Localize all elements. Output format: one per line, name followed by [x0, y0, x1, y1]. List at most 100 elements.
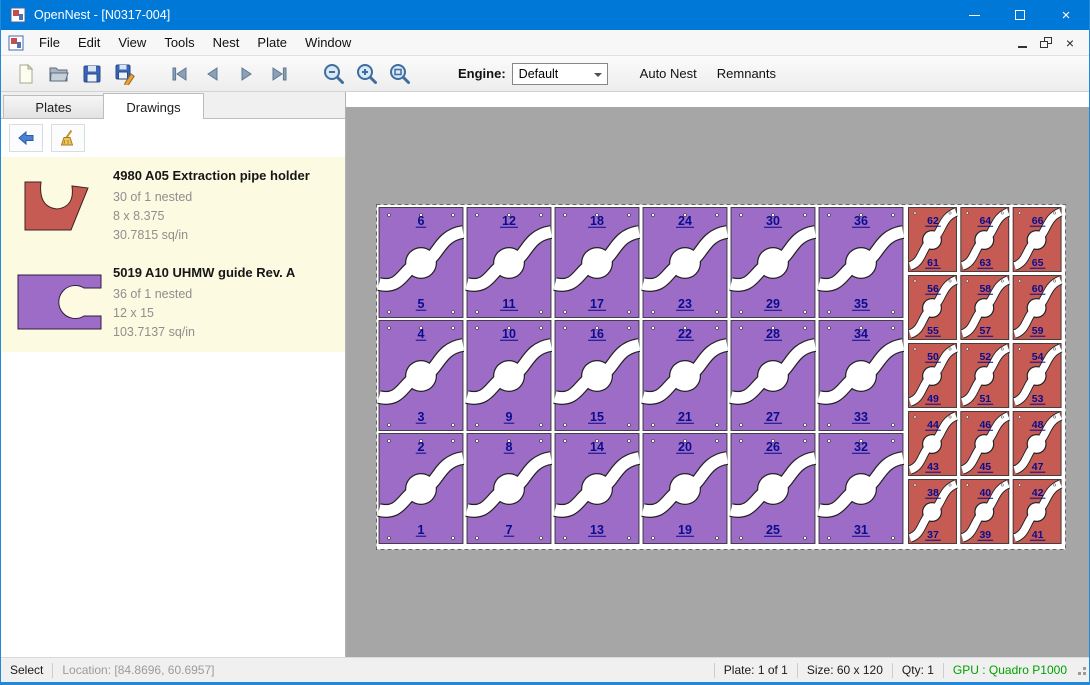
open-folder-icon: [48, 63, 70, 85]
remnants-button[interactable]: Remnants: [707, 60, 786, 87]
zoom-in-button[interactable]: [352, 59, 382, 89]
menu-window[interactable]: Window: [296, 31, 360, 54]
tab-plates[interactable]: Plates: [3, 95, 104, 119]
open-button[interactable]: [44, 59, 74, 89]
nest-pair-red-54-53[interactable]: 54 53: [1013, 344, 1061, 408]
nest-pair-purple-16-15[interactable]: 1615: [555, 321, 639, 431]
nest-pair-purple-14-13[interactable]: 1413: [555, 434, 639, 544]
titlebar: OpenNest - [N0317-004] ×: [1, 0, 1089, 30]
save-as-button[interactable]: [110, 59, 140, 89]
nest-pair-red-50-49[interactable]: 5049: [909, 344, 957, 408]
nest-pair-red-48-47[interactable]: 4847: [1013, 412, 1061, 476]
nest-pair-purple-24-23[interactable]: 2423: [643, 208, 727, 318]
nest-pair-purple-10-9[interactable]: 109: [467, 321, 551, 431]
go-previous-button[interactable]: [198, 59, 228, 89]
location-indicator: Location: [84.8696, 60.6957]: [62, 663, 214, 677]
nest-pair-purple-30-29[interactable]: 3029: [731, 208, 815, 318]
minimize-button[interactable]: [951, 0, 997, 30]
nest-pair-purple-2-1[interactable]: 21: [379, 434, 463, 544]
part-number: 55: [927, 325, 939, 337]
nest-pair-purple-28-27[interactable]: 2827: [731, 321, 815, 431]
menu-nest[interactable]: Nest: [204, 31, 249, 54]
resize-grip[interactable]: [1075, 662, 1089, 678]
drawing-item-5019[interactable]: 5019 A10 UHMW guide Rev. A 36 of 1 neste…: [1, 254, 345, 351]
window-controls: ×: [951, 0, 1089, 30]
close-button[interactable]: ×: [1043, 0, 1089, 30]
nest-pair-purple-26-25[interactable]: 2625: [731, 434, 815, 544]
nest-pair-red-44-43[interactable]: 4443: [909, 412, 957, 476]
nest-pair-red-66-65[interactable]: 6665: [1013, 208, 1061, 272]
part-number: 57: [979, 325, 991, 337]
menu-view[interactable]: View: [109, 31, 155, 54]
nest-pair-red-64-63[interactable]: 6463: [961, 208, 1009, 272]
maximize-button[interactable]: [997, 0, 1043, 30]
part-number: 53: [1032, 393, 1044, 405]
save-button[interactable]: [77, 59, 107, 89]
part-number: 36: [854, 214, 868, 228]
mdi-restore-icon: [1040, 37, 1052, 48]
menu-tools[interactable]: Tools: [155, 31, 203, 54]
nest-pair-red-58-57[interactable]: 5857: [961, 276, 1009, 340]
menu-edit[interactable]: Edit: [69, 31, 109, 54]
document-window-icon[interactable]: [8, 35, 24, 51]
nest-pair-purple-34-33[interactable]: 3433: [819, 321, 903, 431]
nest-pair-purple-6-5[interactable]: 65: [379, 208, 463, 318]
go-next-button[interactable]: [231, 59, 261, 89]
zoom-fit-icon: [388, 62, 412, 86]
nest-pair-red-62-61[interactable]: 6261: [909, 208, 957, 272]
divider: [797, 663, 798, 678]
drawing-size: 8 x 8.375: [113, 207, 339, 226]
nest-pair-red-46-45[interactable]: 4645: [961, 412, 1009, 476]
plate-indicator: Plate: 1 of 1: [724, 663, 788, 677]
save-as-icon: [114, 63, 136, 85]
part-number: 54: [1032, 351, 1044, 363]
tab-drawings[interactable]: Drawings: [103, 93, 204, 119]
nest-pair-purple-20-19[interactable]: 2019: [643, 434, 727, 544]
nest-pair-purple-32-31[interactable]: 3231: [819, 434, 903, 544]
part-number: 39: [979, 529, 991, 541]
drawing-list: 4980 A05 Extraction pipe holder 30 of 1 …: [1, 157, 345, 352]
nest-pair-purple-8-7[interactable]: 87: [467, 434, 551, 544]
clean-broom-icon: [59, 129, 77, 147]
clear-drawings-button[interactable]: [51, 124, 85, 152]
sidebar-tabs: Plates Drawings: [1, 92, 345, 119]
zoom-out-button[interactable]: [319, 59, 349, 89]
mdi-minimize-button[interactable]: [1011, 33, 1033, 53]
zoom-fit-button[interactable]: [385, 59, 415, 89]
part-number: 45: [979, 461, 991, 473]
nest-pair-red-52-51[interactable]: 5251: [961, 344, 1009, 408]
close-icon: ×: [1062, 8, 1071, 23]
drawing-thumbnail: [7, 166, 113, 244]
mdi-close-button[interactable]: ×: [1059, 33, 1081, 53]
go-last-button[interactable]: [264, 59, 294, 89]
menu-file[interactable]: File: [30, 31, 69, 54]
engine-select[interactable]: Default: [512, 63, 608, 85]
mdi-restore-button[interactable]: [1035, 33, 1057, 53]
nest-canvas[interactable]: 6512111817242330293635431091615222128273…: [346, 92, 1089, 657]
replace-drawing-button[interactable]: [9, 124, 43, 152]
new-button[interactable]: [11, 59, 41, 89]
part-number: 24: [678, 214, 692, 228]
go-last-icon: [268, 63, 290, 85]
sidebar: Plates Drawings: [1, 92, 346, 657]
go-first-button[interactable]: [165, 59, 195, 89]
part-number: 41: [1032, 529, 1044, 541]
nest-pair-purple-12-11[interactable]: 1211: [467, 208, 551, 318]
nest-pair-purple-18-17[interactable]: 1817: [555, 208, 639, 318]
nest-pair-purple-22-21[interactable]: 2221: [643, 321, 727, 431]
drawing-item-4980[interactable]: 4980 A05 Extraction pipe holder 30 of 1 …: [1, 157, 345, 254]
statusbar: Select Location: [84.8696, 60.6957] Plat…: [1, 657, 1089, 682]
nest-pair-red-60-59[interactable]: 6059: [1013, 276, 1061, 340]
auto-nest-button[interactable]: Auto Nest: [630, 60, 707, 87]
part-number: 43: [927, 461, 939, 473]
nest-pair-purple-36-35[interactable]: 3635: [819, 208, 903, 318]
menu-plate[interactable]: Plate: [248, 31, 296, 54]
nest-plate[interactable]: 6512111817242330293635431091615222128273…: [376, 204, 1066, 550]
nest-pair-red-38-37[interactable]: 3837: [909, 480, 957, 544]
nest-pair-red-42-41[interactable]: 4241: [1013, 480, 1061, 544]
size-indicator: Size: 60 x 120: [807, 663, 883, 677]
drawing-thumbnail: [7, 263, 113, 341]
nest-pair-red-56-55[interactable]: 5655: [909, 276, 957, 340]
nest-pair-purple-4-3[interactable]: 43: [379, 321, 463, 431]
nest-pair-red-40-39[interactable]: 4039: [961, 480, 1009, 544]
